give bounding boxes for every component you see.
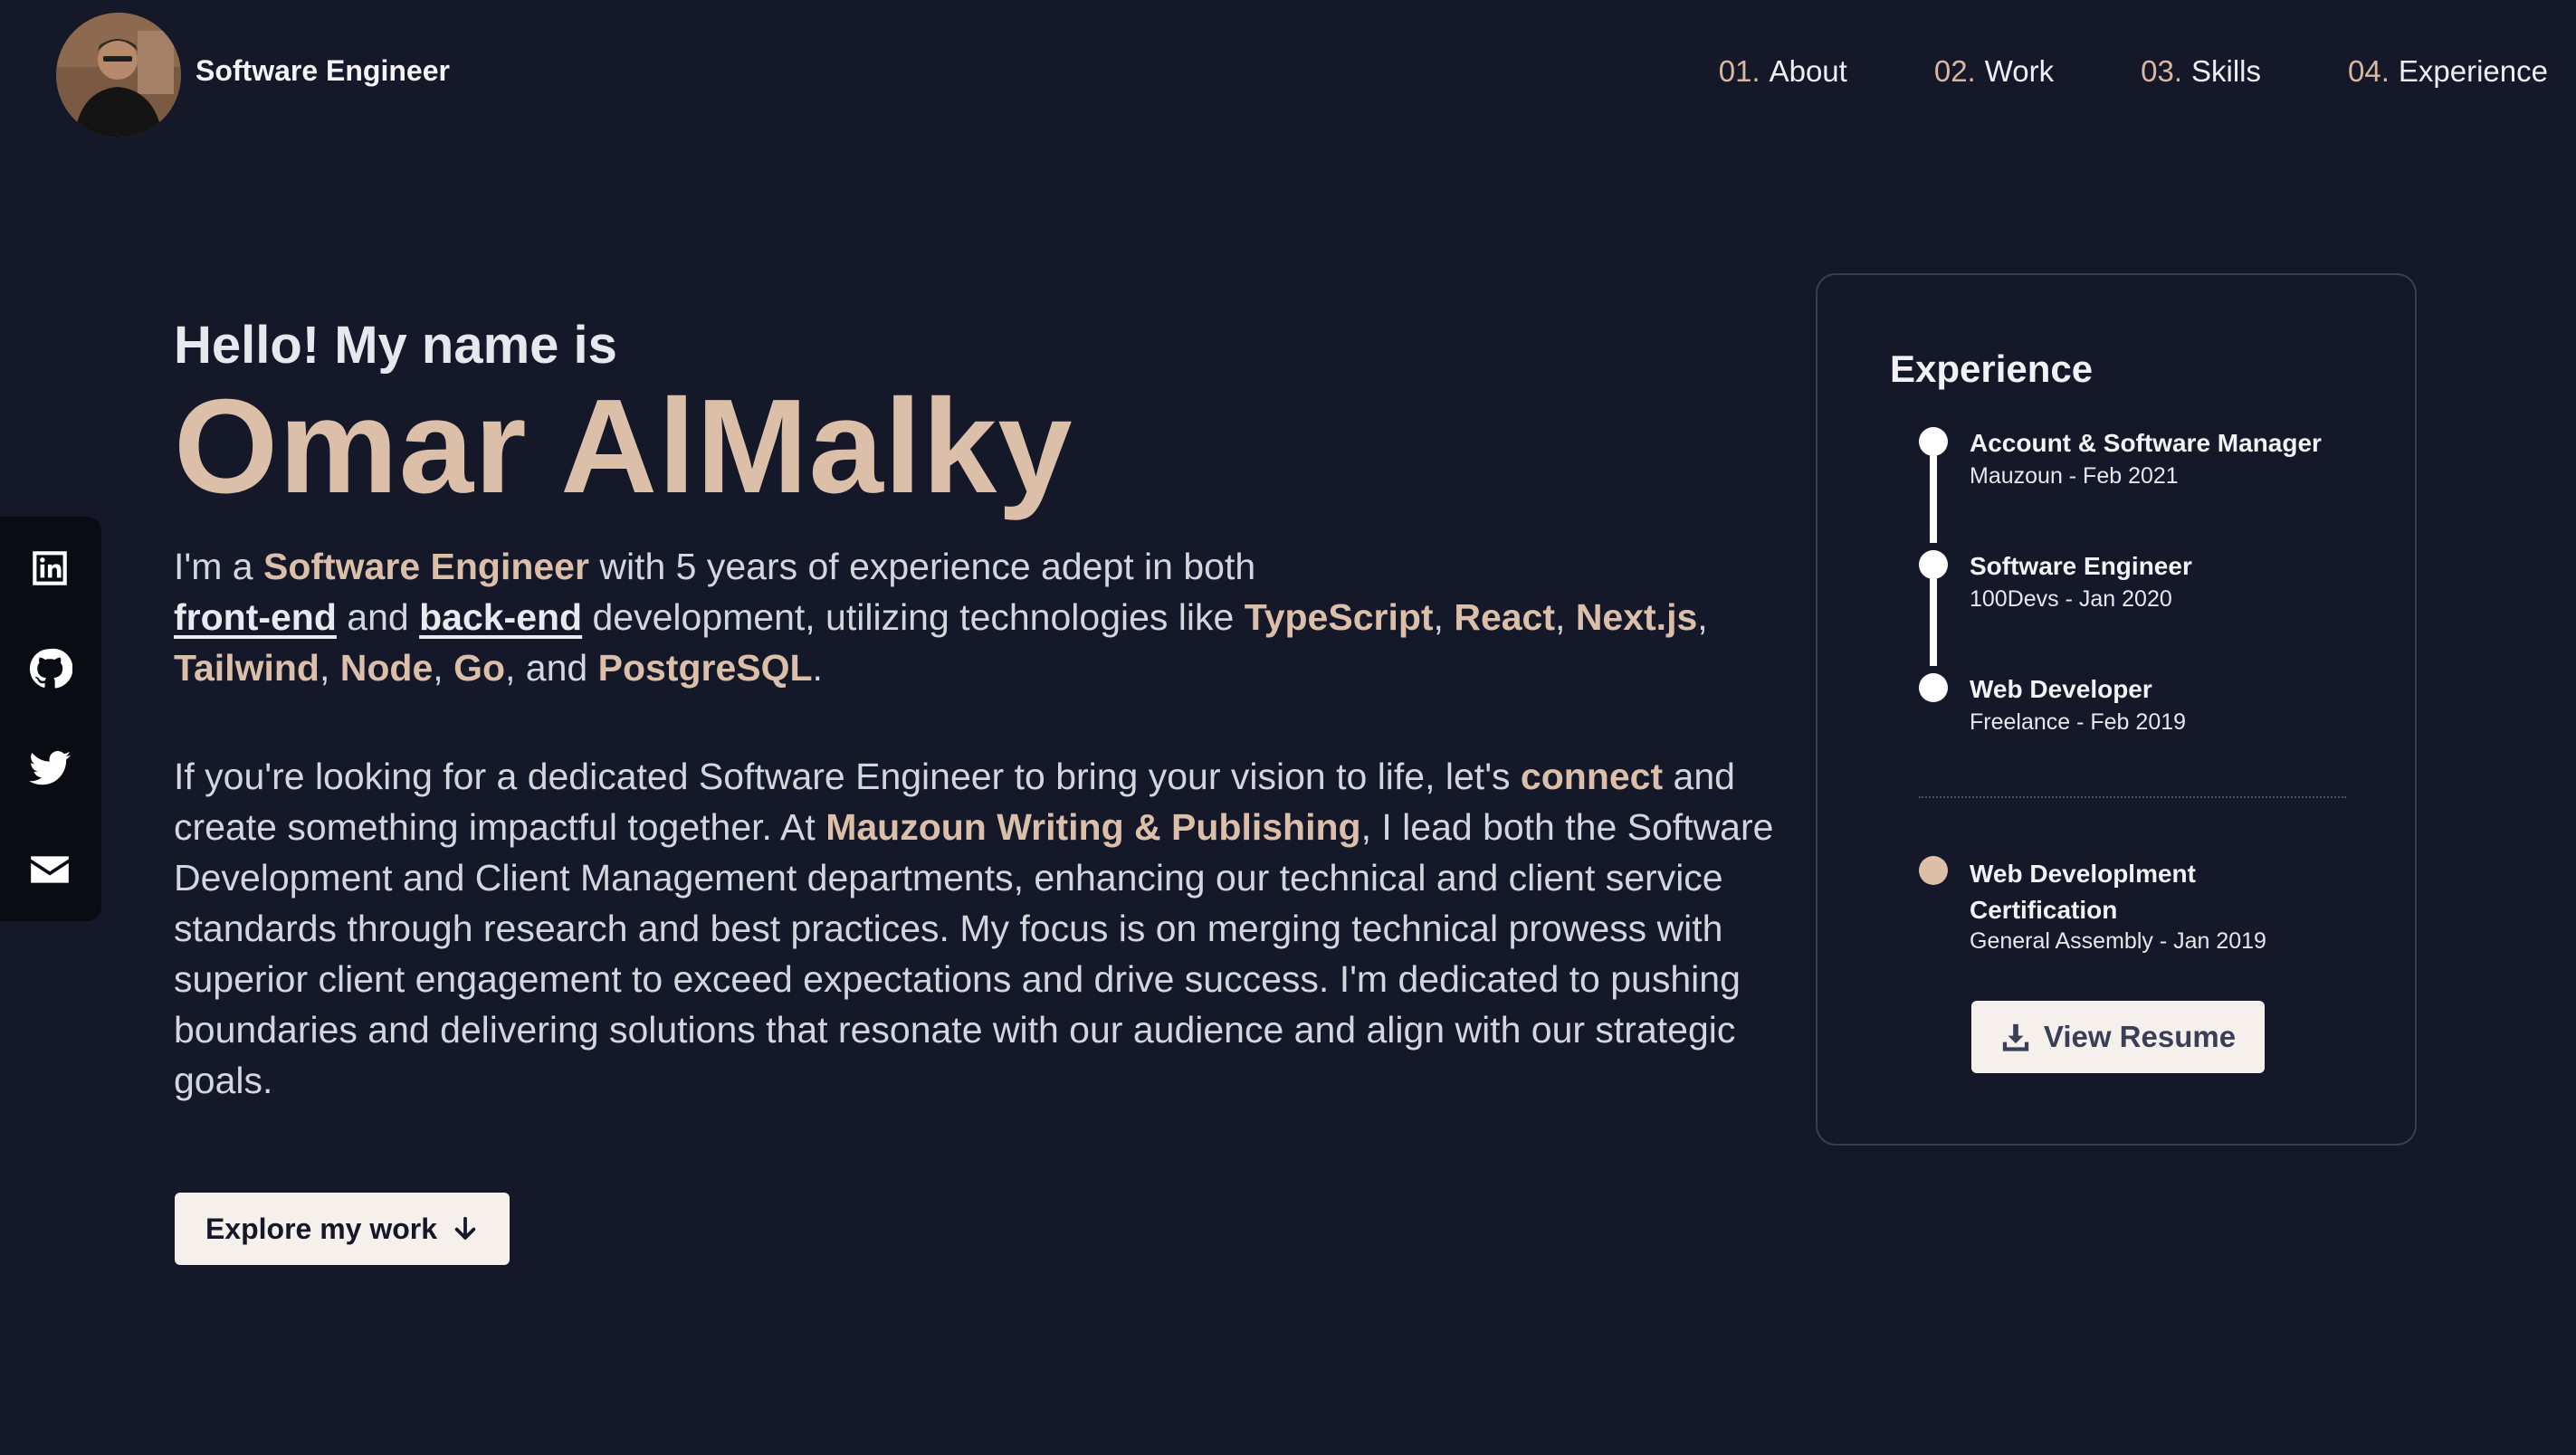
resume-label: View Resume <box>2043 1020 2237 1053</box>
job-title: Software Engineer <box>1970 552 2192 580</box>
experience-title: Experience <box>1890 347 2094 390</box>
greeting: Hello! My name is <box>174 316 617 375</box>
nav-experience[interactable]: 04. Experience <box>2348 54 2548 89</box>
nav-number: 02. <box>1933 54 1976 88</box>
nav-label: Work <box>1984 54 2055 88</box>
company-link[interactable]: Mauzoun Writing & Publishing <box>825 806 1360 848</box>
timeline-dot <box>1919 550 1948 579</box>
bio-paragraph-2: If you're looking for a dedicated Softwa… <box>174 751 1785 1106</box>
tech-postgresql: PostgreSQL <box>597 647 813 689</box>
tech-node: Node <box>339 647 434 689</box>
certification-dot <box>1919 856 1948 885</box>
view-resume-button[interactable]: View Resume <box>1971 1001 2265 1073</box>
tech-react: React <box>1454 596 1556 638</box>
avatar[interactable] <box>56 13 181 138</box>
timeline-line <box>1930 442 1937 543</box>
nav-label: About <box>1769 54 1847 88</box>
linkedin-icon[interactable] <box>25 544 74 593</box>
nav-label: Skills <box>2191 54 2262 88</box>
certification-meta: General Assembly - Jan 2019 <box>1970 928 2266 954</box>
job-meta: Mauzoun - Feb 2021 <box>1970 463 2179 489</box>
nav-number: 04. <box>2348 54 2390 88</box>
bio-paragraph-1: I'm a Software Engineer with 5 years of … <box>174 546 1708 689</box>
bio-text: , I lead both the Software Development a… <box>174 806 1774 1101</box>
back-end-link[interactable]: back-end <box>419 596 582 638</box>
bio-text: and <box>336 596 420 638</box>
bio-text: development, utilizing technologies like <box>582 596 1245 638</box>
bio-text: , and <box>505 647 598 689</box>
hero-name: Omar AlMalky <box>174 372 1073 521</box>
social-links <box>0 517 101 921</box>
nav-about[interactable]: 01. About <box>1719 54 1847 89</box>
timeline-line <box>1930 565 1937 666</box>
nav-number: 03. <box>2141 54 2182 88</box>
bio-text: I'm a <box>174 546 263 587</box>
job-meta: Freelance - Feb 2019 <box>1970 709 2187 735</box>
nav-work[interactable]: 02. Work <box>1934 54 2054 89</box>
twitter-icon[interactable] <box>25 745 74 794</box>
arrow-down-icon <box>454 1216 476 1240</box>
mail-icon[interactable] <box>25 845 74 894</box>
site-title[interactable]: Software Engineer <box>196 54 450 88</box>
github-icon[interactable] <box>25 644 74 693</box>
timeline-dot <box>1919 427 1948 456</box>
tech-typescript: TypeScript <box>1244 596 1434 638</box>
timeline-dot <box>1919 673 1948 702</box>
download-icon <box>2002 1023 2029 1051</box>
bio-text: If you're looking for a dedicated Softwa… <box>174 756 1521 797</box>
main-nav: 01. About 02. Work 03. Skills 04. Experience <box>1719 54 2548 89</box>
explore-work-button[interactable]: Explore my work <box>175 1193 510 1265</box>
bio-text: with 5 years of experience adept in both <box>588 546 1256 587</box>
tech-nextjs: Next.js <box>1575 596 1698 638</box>
nav-skills[interactable]: 03. Skills <box>2141 54 2261 89</box>
tech-tailwind: Tailwind <box>174 647 320 689</box>
nav-number: 01. <box>1718 54 1760 88</box>
job-title: Account & Software Manager <box>1970 429 2322 457</box>
job-meta: 100Devs - Jan 2020 <box>1970 586 2172 612</box>
nav-label: Experience <box>2398 54 2548 88</box>
front-end-link[interactable]: front-end <box>174 596 337 638</box>
role-highlight: Software Engineer <box>262 546 589 587</box>
divider <box>1919 796 2346 798</box>
job-title: Web Developer <box>1970 675 2152 703</box>
tech-go: Go <box>453 647 505 689</box>
certification-title: Web Developlment Certification <box>1970 860 2196 924</box>
bio-text: . <box>812 647 823 689</box>
connect-link[interactable]: connect <box>1521 756 1663 797</box>
explore-label: Explore my work <box>205 1212 438 1245</box>
